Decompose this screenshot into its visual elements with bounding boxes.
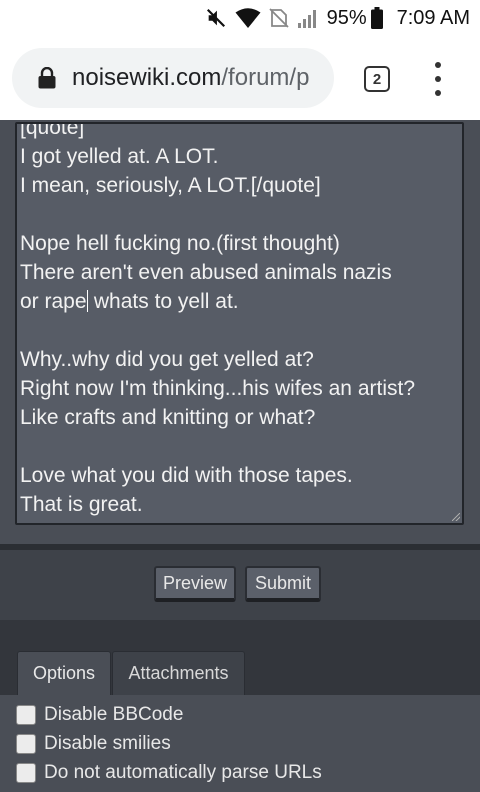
no-parse-urls-option[interactable]: Do not automatically parse URLs — [16, 760, 322, 786]
options-section: Options Attachments Disable BBCode Disab… — [0, 620, 480, 792]
url-domain: noisewiki.com — [72, 64, 222, 91]
message-text-before-caret: or rape — [20, 290, 87, 313]
battery-percent: 95% — [326, 6, 367, 29]
address-bar[interactable]: noisewiki.com/forum/p — [12, 48, 334, 108]
menu-dot-icon — [435, 90, 441, 96]
message-line: or rape whats to yell at. — [20, 287, 458, 316]
tab-options[interactable]: Options — [17, 651, 111, 695]
disable-smilies-label: Disable smilies — [44, 733, 171, 754]
no-parse-urls-label: Do not automatically parse URLs — [44, 762, 322, 783]
message-line: I got yelled at. A LOT. — [20, 145, 219, 168]
no-parse-urls-checkbox[interactable] — [16, 763, 36, 783]
message-line: There aren't even abused animals nazis — [20, 261, 392, 284]
browser-toolbar: noisewiki.com/forum/p 2 — [0, 36, 480, 120]
clock: 7:09 AM — [396, 6, 470, 29]
message-line: I mean, seriously, A LOT.[/quote] — [20, 174, 321, 197]
menu-dot-icon — [435, 62, 441, 68]
tab-switcher-button[interactable]: 2 — [364, 66, 390, 92]
tab-count: 2 — [372, 70, 382, 88]
message-line: Like crafts and knitting or what? — [20, 406, 316, 429]
message-line: Right now I'm thinking...his wifes an ar… — [20, 377, 416, 400]
resize-handle-icon[interactable] — [452, 513, 460, 521]
submit-buttons-row: Preview Submit — [0, 550, 480, 620]
disable-bbcode-checkbox[interactable] — [16, 705, 36, 725]
preview-button[interactable]: Preview — [154, 566, 236, 602]
status-bar: 95% 7:09 AM — [0, 0, 480, 36]
tab-attachments[interactable]: Attachments — [112, 651, 245, 695]
message-line: That is great. — [20, 493, 143, 516]
message-line: [quote] — [20, 122, 85, 139]
url-text: noisewiki.com/forum/p — [72, 64, 309, 92]
message-line: Why..why did you get yelled at? — [20, 348, 314, 371]
disable-bbcode-option[interactable]: Disable BBCode — [16, 702, 183, 728]
menu-dot-icon — [435, 76, 441, 82]
wifi-icon — [235, 7, 261, 29]
disable-bbcode-label: Disable BBCode — [44, 704, 184, 725]
editor-container: [quote] I got yelled at. A LOT. I mean, … — [0, 120, 480, 544]
overflow-menu-button[interactable] — [428, 62, 448, 96]
mute-icon — [205, 7, 227, 29]
message-line: Love what you did with those tapes. — [20, 464, 353, 487]
message-text-after-caret: whats to yell at. — [88, 290, 239, 313]
forum-post-page: [quote] I got yelled at. A LOT. I mean, … — [0, 120, 480, 792]
message-line: Nope hell fucking no.(first thought) — [20, 232, 340, 255]
disable-smilies-checkbox[interactable] — [16, 734, 36, 754]
options-panel: Disable BBCode Disable smilies Do not au… — [0, 695, 480, 792]
signal-icon — [297, 7, 319, 29]
message-textarea[interactable]: [quote] I got yelled at. A LOT. I mean, … — [15, 122, 464, 525]
submit-button[interactable]: Submit — [245, 566, 321, 602]
disable-smilies-option[interactable]: Disable smilies — [16, 731, 171, 757]
url-path: /forum/p — [221, 64, 310, 91]
lock-icon — [38, 67, 56, 89]
battery-icon — [370, 7, 383, 29]
no-sim-icon — [268, 8, 289, 28]
